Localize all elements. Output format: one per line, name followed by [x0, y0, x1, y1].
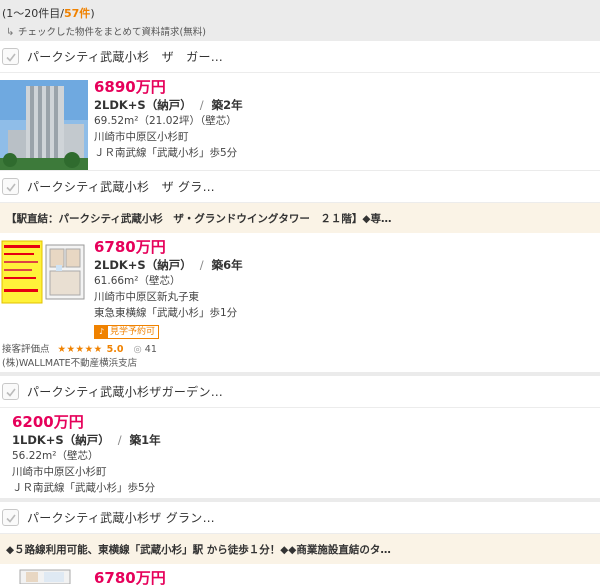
check-icon [5, 183, 16, 192]
station-access: ＪＲ南武線「武蔵小杉」歩5分 [94, 147, 238, 159]
comment-icon: ◎ [133, 344, 142, 355]
footsteps-icon: ♪ [95, 325, 108, 339]
service-rating: 接客評価点 ★★★★★ 5.0 ◎ 41 [2, 344, 157, 355]
select-checkbox[interactable] [2, 48, 19, 65]
layout-age: 2LDK+S（納戸） / 築6年 [94, 258, 243, 272]
floor-area: 61.66m²（壁芯） [94, 275, 181, 287]
select-checkbox[interactable] [2, 383, 19, 400]
floor-plan-image[interactable] [0, 566, 88, 584]
property-title-link[interactable]: パークシティ武蔵小杉ザ グラン… [27, 509, 215, 526]
floor-plan-image[interactable] [0, 235, 88, 307]
price: 6200万円 [12, 413, 84, 431]
property-card: パークシティ武蔵小杉 ザ ガー… 6890万円 2LDK+S（納戸） / 築2年 6… [0, 41, 600, 170]
price: 6890万円 [94, 78, 166, 96]
property-title-link[interactable]: パークシティ武蔵小杉 ザ グラ… [27, 178, 215, 195]
check-icon [5, 514, 16, 523]
card-header: パークシティ武蔵小杉ザガーデン… [0, 376, 600, 408]
card-header: パークシティ武蔵小杉 ザ グラ… [0, 171, 600, 203]
bulk-request-link[interactable]: ↳ チェックした物件をまとめて資料請求(無料) [0, 22, 600, 40]
address: 川崎市中原区小杉町 [12, 466, 107, 478]
floor-area: 69.52m²（21.02坪）（壁芯） [94, 115, 237, 127]
viewing-reservation-badge: ♪ 見学予約可 [94, 325, 160, 339]
card-header: パークシティ武蔵小杉ザ グラン… [0, 502, 600, 534]
rating-stars: ★★★★★ [57, 344, 103, 355]
select-checkbox[interactable] [2, 178, 19, 195]
result-total: 57件 [64, 7, 91, 20]
layout-age: 2LDK+S（納戸） / 築2年 [94, 98, 243, 112]
station-access: ＪＲ南武線「武蔵小杉」歩5分 [12, 482, 156, 494]
price: 6780万円 [94, 569, 166, 585]
property-card: パークシティ武蔵小杉ザガーデン… 6200万円 1LDK+S（納戸） / 築1年 5… [0, 376, 600, 498]
property-photo[interactable] [0, 76, 88, 174]
property-card: パークシティ武蔵小杉 ザ グラ… 【駅直結：パークシティ武蔵小杉 ザ・グランドウ… [0, 171, 600, 372]
property-title-link[interactable]: パークシティ武蔵小杉ザガーデン… [27, 383, 223, 400]
comment-count: 41 [144, 344, 157, 355]
check-icon [5, 388, 16, 397]
address: 川崎市中原区小杉町 [94, 131, 189, 143]
return-arrow-icon: ↳ [6, 27, 15, 38]
layout-age: 1LDK+S（納戸） / 築1年 [12, 433, 161, 447]
promo-banner[interactable]: ◆５路線利用可能、東横線「武蔵小杉」駅 から徒歩１分！◆◆商業施設直結のタ… [0, 534, 600, 564]
floor-area: 56.22m²（壁芯） [12, 450, 99, 462]
bulk-request-label: チェックした物件をまとめて資料請求(無料) [18, 27, 206, 38]
check-icon [5, 53, 16, 62]
select-checkbox[interactable] [2, 509, 19, 526]
agent-name[interactable]: (株)WALLMATE不動産横浜支店 [2, 355, 137, 369]
promo-banner[interactable]: 【駅直結：パークシティ武蔵小杉 ザ・グランドウイングタワー ２１階】◆専… [0, 203, 600, 233]
card-header: パークシティ武蔵小杉 ザ ガー… [0, 41, 600, 73]
property-title-link[interactable]: パークシティ武蔵小杉 ザ ガー… [27, 48, 223, 65]
price: 6780万円 [94, 238, 166, 256]
address: 川崎市中原区新丸子東 [94, 291, 199, 303]
property-card: パークシティ武蔵小杉ザ グラン… ◆５路線利用可能、東横線「武蔵小杉」駅 から徒… [0, 502, 600, 585]
station-access: 東急東横線「武蔵小杉」歩1分 [94, 307, 238, 319]
rating-score: 5.0 [106, 344, 124, 355]
result-count: (1〜20件目/57件) [2, 7, 95, 20]
